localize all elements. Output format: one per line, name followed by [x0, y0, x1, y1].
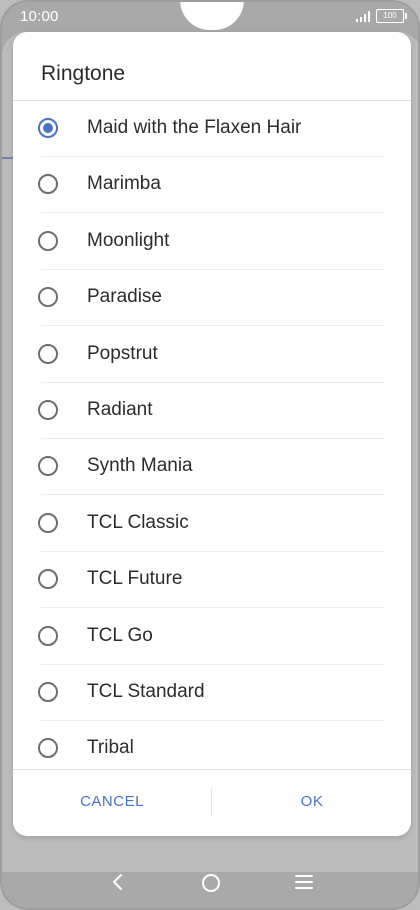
list-item[interactable]: Marimba — [13, 157, 411, 214]
list-item[interactable]: Tribal — [13, 721, 411, 769]
list-item[interactable]: TCL Standard — [13, 665, 411, 721]
list-item-label: TCL Standard — [87, 681, 205, 702]
ok-button[interactable]: OK — [213, 784, 411, 820]
radio-unselected-icon[interactable] — [38, 287, 58, 308]
button-separator — [211, 788, 212, 816]
list-item-label: Popstrut — [87, 342, 158, 364]
radio-unselected-icon[interactable] — [38, 174, 58, 195]
status-time: 10:00 — [20, 8, 59, 25]
signal-icon — [356, 10, 370, 22]
cancel-button[interactable]: CANCEL — [13, 784, 211, 820]
list-item-label: Maid with the Flaxen Hair — [87, 117, 302, 138]
battery-icon: 100 — [376, 9, 407, 23]
list-item-label: Paradise — [87, 286, 162, 308]
list-item[interactable]: Maid with the Flaxen Hair — [13, 101, 411, 157]
status-icons: 100 — [356, 9, 407, 23]
radio-unselected-icon[interactable] — [38, 738, 58, 759]
dialog-title: Ringtone — [41, 62, 126, 85]
navigation-bar — [2, 852, 418, 908]
radio-unselected-icon[interactable] — [38, 400, 58, 420]
radio-unselected-icon[interactable] — [38, 682, 58, 702]
list-item[interactable]: TCL Future — [13, 552, 411, 609]
list-item-label: Tribal — [87, 737, 134, 759]
list-item[interactable]: Paradise — [13, 270, 411, 327]
list-item-label: Moonlight — [87, 229, 170, 251]
list-item-label: TCL Go — [87, 624, 153, 646]
list-item[interactable]: Radiant — [13, 383, 411, 439]
radio-unselected-icon[interactable] — [38, 569, 58, 590]
screen: 10:00 100 Ringtone Maid with the Flaxen … — [2, 2, 418, 908]
list-item-label: Marimba — [87, 173, 161, 195]
back-icon[interactable] — [108, 872, 128, 892]
divider — [13, 769, 411, 770]
menu-icon[interactable] — [295, 875, 315, 891]
list-item-label: TCL Future — [87, 568, 183, 590]
list-item[interactable]: Synth Mania — [13, 439, 411, 496]
ringtone-list[interactable]: Maid with the Flaxen Hair Marimba Moonligh… — [13, 101, 411, 769]
list-item-label: Synth Mania — [87, 455, 193, 477]
camera-notch — [180, 2, 244, 30]
list-item-label: Radiant — [87, 399, 153, 420]
list-item[interactable]: Moonlight — [13, 214, 411, 270]
radio-unselected-icon[interactable] — [38, 456, 58, 477]
list-item[interactable]: Popstrut — [13, 327, 411, 383]
home-icon[interactable] — [202, 874, 220, 892]
device-frame: 10:00 100 Ringtone Maid with the Flaxen … — [0, 0, 420, 910]
radio-unselected-icon[interactable] — [38, 625, 58, 646]
radio-selected-icon[interactable] — [38, 118, 58, 138]
radio-unselected-icon[interactable] — [38, 230, 58, 251]
ringtone-dialog: Ringtone Maid with the Flaxen Hair Marimb… — [13, 32, 411, 836]
radio-unselected-icon[interactable] — [38, 343, 58, 364]
list-item-label: TCL Classic — [87, 511, 189, 533]
list-item[interactable]: TCL Go — [13, 609, 411, 665]
radio-unselected-icon[interactable] — [38, 512, 58, 533]
list-item[interactable]: TCL Classic — [13, 496, 411, 552]
